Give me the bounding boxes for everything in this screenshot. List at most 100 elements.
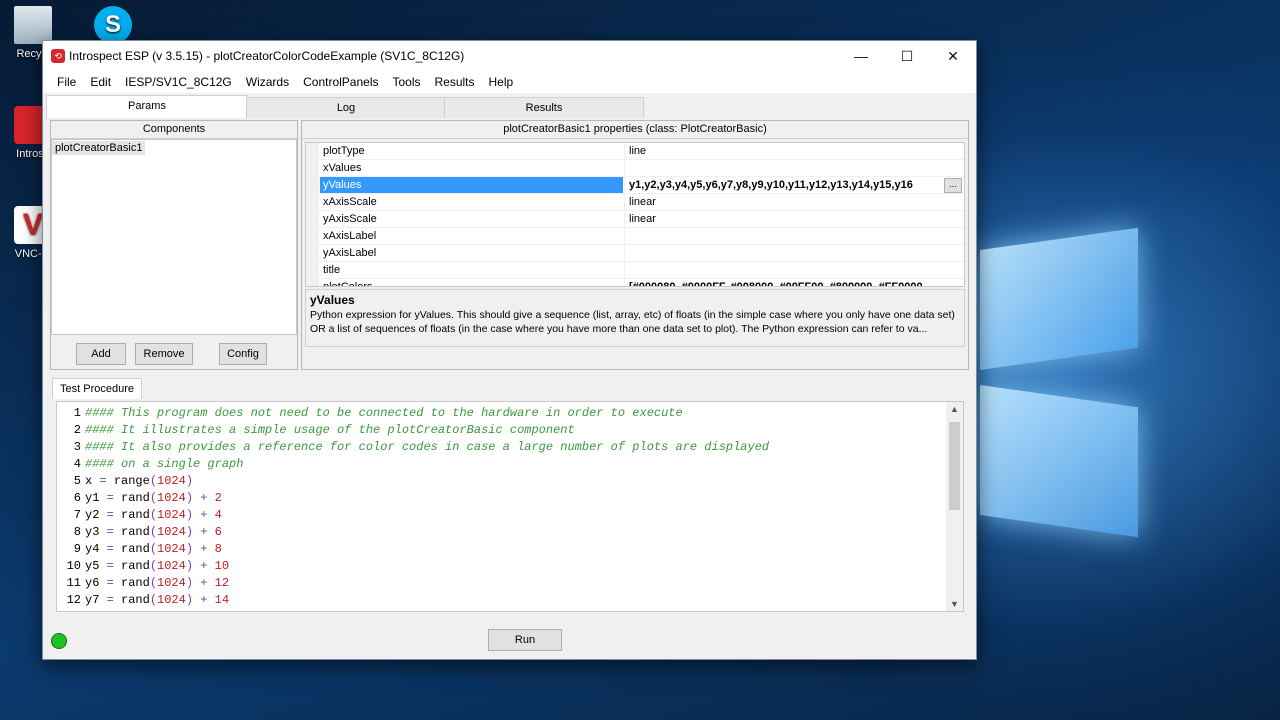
remove-button[interactable]: Remove — [135, 343, 193, 365]
code-function: rand — [121, 559, 150, 573]
code-line: 5x = range(1024) — [57, 473, 769, 490]
scroll-up-icon[interactable]: ▲ — [946, 404, 963, 414]
property-row-plotcolors[interactable]: plotColors [#000080, #0000FF, #008000, #… — [306, 279, 964, 286]
code-function: rand — [121, 576, 150, 590]
code-variable: y2 — [85, 508, 100, 522]
maximize-button[interactable]: ☐ — [884, 41, 930, 71]
property-value[interactable] — [624, 160, 964, 176]
code-function: range — [113, 474, 150, 488]
line-number: 11 — [66, 576, 81, 590]
code-paren: ( — [149, 525, 158, 539]
code-variable: y5 — [85, 559, 100, 573]
code-line: 6 y1 = rand(1024) + 2 — [57, 490, 769, 507]
close-button[interactable]: ✕ — [930, 41, 976, 71]
properties-panel: plotCreatorBasic1 properties (class: Plo… — [301, 120, 969, 370]
app-window: ⟲ Introspect ESP (v 3.5.15) - plotCreato… — [42, 40, 977, 660]
property-value[interactable]: [#000080, #0000FF, #008000, #00FF00, #80… — [624, 279, 964, 286]
code-lines: 1 #### This program does not need to be c… — [57, 405, 770, 609]
title-bar[interactable]: ⟲ Introspect ESP (v 3.5.15) - plotCreato… — [43, 41, 976, 71]
code-line: 11 y6 = rand(1024) + 12 — [57, 575, 769, 592]
property-name: yAxisLabel — [323, 247, 377, 259]
tab-test-procedure[interactable]: Test Procedure — [52, 378, 142, 399]
property-row-xvalues[interactable]: xValues — [306, 160, 964, 177]
code-paren: ( — [149, 491, 158, 505]
minimize-button[interactable]: — — [838, 41, 884, 71]
code-comment: #### It illustrates a simple usage of th… — [85, 423, 575, 437]
code-paren: ( — [149, 559, 158, 573]
code-number: 1024 — [157, 593, 186, 607]
menu-iesp[interactable]: IESP/SV1C_8C12G — [118, 71, 239, 93]
code-number: 1024 — [157, 525, 186, 539]
menu-bar: File Edit IESP/SV1C_8C12G Wizards Contro… — [43, 71, 976, 93]
menu-help[interactable]: Help — [482, 71, 521, 93]
code-variable: y3 — [85, 525, 100, 539]
component-item[interactable]: plotCreatorBasic1 — [52, 141, 146, 155]
code-operator: + — [193, 491, 215, 505]
code-paren: ( — [149, 474, 158, 488]
menu-results[interactable]: Results — [428, 71, 482, 93]
code-paren: ) — [185, 508, 194, 522]
property-row-xaxislabel[interactable]: xAxisLabel — [306, 228, 964, 245]
line-number: 12 — [66, 593, 81, 607]
property-value[interactable]: linear — [624, 211, 964, 227]
tab-results[interactable]: Results — [444, 97, 644, 118]
menu-tools[interactable]: Tools — [385, 71, 427, 93]
code-number: 4 — [214, 508, 222, 522]
code-paren: ) — [185, 542, 194, 556]
code-paren: ( — [149, 593, 158, 607]
code-operator: = — [99, 525, 122, 539]
property-row-xaxisscale[interactable]: xAxisScale linear — [306, 194, 964, 211]
property-value[interactable]: linear — [624, 194, 964, 210]
scroll-down-icon[interactable]: ▼ — [946, 599, 963, 609]
code-paren: ( — [149, 542, 158, 556]
code-number: 1024 — [157, 576, 186, 590]
status-indicator — [51, 633, 67, 649]
menu-wizards[interactable]: Wizards — [239, 71, 296, 93]
yvalues-input[interactable]: y1,y2,y3,y4,y5,y6,y7,y8,y9,y10,y11,y12,y… — [624, 177, 944, 193]
line-number: 2 — [73, 423, 81, 437]
components-list[interactable]: plotCreatorBasic1 — [51, 139, 297, 335]
property-value[interactable] — [624, 245, 964, 261]
line-number: 7 — [73, 508, 81, 522]
scroll-thumb[interactable] — [949, 422, 960, 510]
property-row-plottype[interactable]: plotType line — [306, 143, 964, 160]
code-paren: ( — [149, 508, 158, 522]
code-operator: = — [99, 508, 122, 522]
line-number: 5 — [73, 474, 81, 488]
property-value[interactable] — [624, 262, 964, 278]
code-variable: y7 — [85, 593, 100, 607]
run-button[interactable]: Run — [488, 629, 562, 651]
code-number: 1024 — [157, 474, 186, 488]
tab-log[interactable]: Log — [246, 97, 446, 118]
description-title: yValues — [310, 293, 355, 307]
property-row-yaxisscale[interactable]: yAxisScale linear — [306, 211, 964, 228]
editor-scrollbar[interactable]: ▲ ▼ — [946, 402, 963, 611]
ellipsis-button[interactable]: ... — [944, 178, 962, 193]
property-value[interactable]: line — [624, 143, 964, 159]
menu-controlpanels[interactable]: ControlPanels — [296, 71, 385, 93]
property-row-yaxislabel[interactable]: yAxisLabel — [306, 245, 964, 262]
windows-logo-pane — [980, 385, 1138, 538]
code-editor[interactable]: 1 #### This program does not need to be c… — [56, 401, 964, 612]
code-number: 1024 — [157, 542, 186, 556]
menu-file[interactable]: File — [50, 71, 83, 93]
code-paren: ( — [149, 576, 158, 590]
property-value[interactable] — [624, 228, 964, 244]
code-operator: + — [193, 542, 215, 556]
code-operator: = — [99, 559, 122, 573]
code-number: 8 — [214, 542, 222, 556]
code-line: 8 y3 = rand(1024) + 6 — [57, 524, 769, 541]
code-paren: ) — [185, 559, 194, 573]
properties-header: plotCreatorBasic1 properties (class: Plo… — [302, 121, 968, 139]
window-title: Introspect ESP (v 3.5.15) - plotCreatorC… — [69, 49, 465, 63]
menu-edit[interactable]: Edit — [83, 71, 118, 93]
tab-params[interactable]: Params — [46, 95, 248, 118]
code-number: 1024 — [157, 491, 186, 505]
property-row-yvalues[interactable]: yValues y1,y2,y3,y4,y5,y6,y7,y8,y9,y10,y… — [306, 177, 964, 194]
line-number: 6 — [73, 491, 81, 505]
code-operator: + — [193, 525, 215, 539]
code-line: 9 y4 = rand(1024) + 8 — [57, 541, 769, 558]
add-button[interactable]: Add — [76, 343, 126, 365]
config-button[interactable]: Config — [219, 343, 267, 365]
property-row-title[interactable]: title — [306, 262, 964, 279]
